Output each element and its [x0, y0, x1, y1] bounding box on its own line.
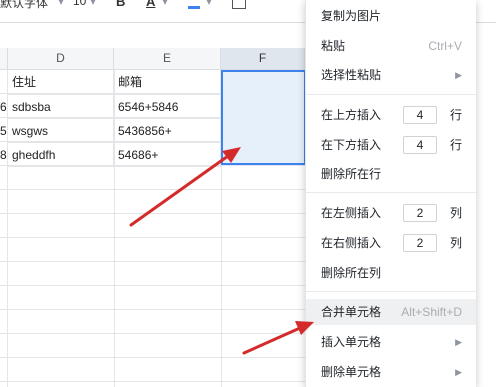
- arrow-to-selection: [129, 147, 241, 227]
- arrow-to-merge-cells: [242, 321, 314, 355]
- annotation-arrows: [129, 147, 314, 355]
